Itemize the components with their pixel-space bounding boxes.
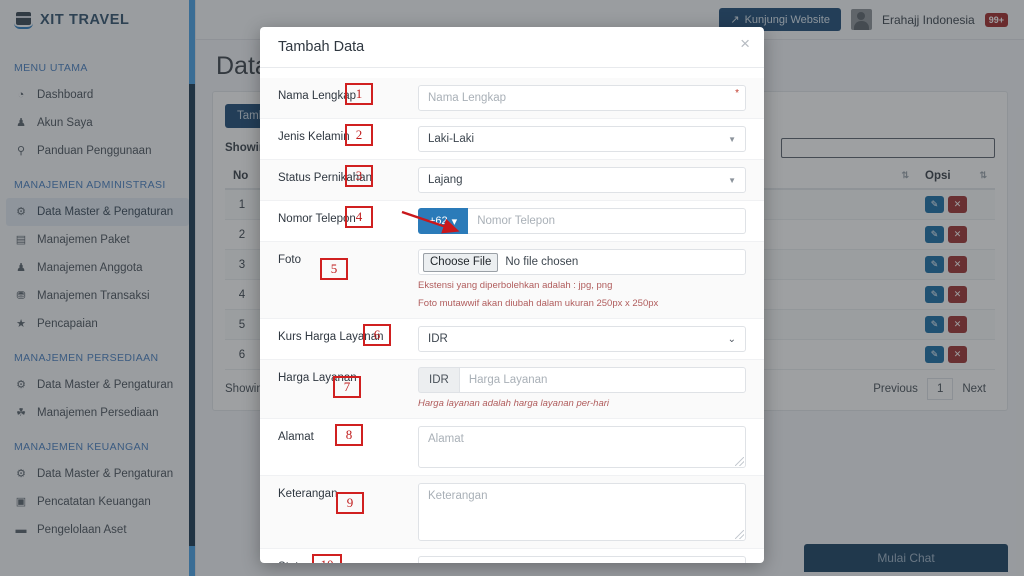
textarea-placeholder: Alamat: [428, 433, 464, 445]
field-label: Status: [278, 556, 418, 563]
field-label: Kurs Harga Layanan: [278, 326, 418, 343]
app-root: XIT TRAVEL MENU UTAMA ◔ Dashboard ♟ Akun Say…: [0, 0, 1024, 576]
textarea-placeholder: Keterangan: [428, 490, 488, 502]
annotation-number-2: 2: [345, 124, 373, 146]
modal-header: Tambah Data ×: [260, 27, 764, 68]
field-label-text: Alamat: [278, 431, 314, 443]
select-value: Laki-Laki: [428, 133, 475, 145]
input-placeholder: Harga Layanan: [468, 374, 548, 386]
field-control: Aktif⌄: [418, 556, 746, 563]
file-hint-extensions: Ekstensi yang diperbolehkan adalah : jpg…: [418, 280, 613, 291]
annotation-number-1: 1: [345, 83, 373, 105]
select-status-pernikahan[interactable]: Lajang ▼: [418, 167, 746, 193]
annotation-number-3: 3: [345, 165, 373, 187]
select-jenis-kelamin[interactable]: Laki-Laki ▼: [418, 126, 746, 152]
choose-file-button[interactable]: Choose File: [423, 252, 499, 272]
chevron-down-icon: ▼: [728, 175, 736, 185]
form-row-nomor-telepon: Nomor Telepon +62 ▾ Nomor Telepon 4: [260, 201, 764, 242]
annotation-number-6: 6: [363, 324, 391, 346]
input-nama-lengkap[interactable]: Nama Lengkap *: [418, 85, 746, 111]
currency-addon: IDR: [418, 367, 459, 393]
select-status[interactable]: Aktif⌄: [418, 556, 746, 563]
textarea-keterangan[interactable]: Keterangan: [418, 483, 746, 541]
form-row-foto: Foto Choose File No file chosen Ekstensi ya…: [260, 242, 764, 319]
field-control: Alamat: [418, 426, 746, 468]
select-kurs-harga-layanan[interactable]: IDR ⌄: [418, 326, 746, 352]
field-control: Choose File No file chosen Ekstensi yang d…: [418, 249, 746, 311]
required-asterisk: *: [735, 88, 739, 99]
form-row-keterangan: Keterangan Keterangan 9: [260, 476, 764, 549]
field-label: Foto: [278, 249, 418, 266]
annotation-number-7: 7: [333, 376, 361, 398]
field-label-text: Jenis Kelamin: [278, 131, 350, 143]
select-value: IDR: [428, 333, 448, 345]
chevron-down-icon: ⌄: [727, 333, 736, 345]
form-row-jenis-kelamin: Jenis Kelamin Laki-Laki ▼ 2: [260, 119, 764, 160]
annotation-number-4: 4: [345, 206, 373, 228]
input-placeholder: Nomor Telepon: [477, 215, 555, 227]
annotation-number-5: 5: [320, 258, 348, 280]
input-nomor-telepon[interactable]: Nomor Telepon: [468, 208, 746, 234]
resize-grip-icon[interactable]: [735, 457, 744, 466]
price-input-group: IDR Harga Layanan: [418, 367, 746, 393]
field-control: Lajang ▼: [418, 167, 746, 193]
field-label-text: Keterangan: [278, 488, 338, 500]
field-control: IDR ⌄: [418, 326, 746, 352]
file-hint-size: Foto mutawwif akan diubah dalam ukuran 2…: [418, 298, 659, 309]
chevron-down-icon: ▼: [728, 134, 736, 144]
field-control: IDR Harga Layanan Harga layanan adalah har…: [418, 367, 746, 411]
form-row-status: Status Aktif⌄ 10: [260, 549, 764, 563]
form-row-status-pernikahan: Status Pernikahan Lajang ▼ 3: [260, 160, 764, 201]
add-data-modal: Tambah Data × Nama Lengkap Nama Lengkap * 1…: [260, 27, 764, 563]
form-row-harga-layanan: Harga Layanan IDR Harga Layanan Harga layan…: [260, 360, 764, 419]
field-label-text: Status: [278, 561, 311, 563]
modal-title: Tambah Data: [278, 39, 365, 55]
form-row-alamat: Alamat Alamat 8: [260, 419, 764, 476]
file-status-text: No file chosen: [505, 256, 579, 268]
form-row-kurs-harga-layanan: Kurs Harga Layanan IDR ⌄ 6: [260, 319, 764, 360]
annotation-number-10: 10: [312, 554, 342, 563]
file-input[interactable]: Choose File No file chosen: [418, 249, 746, 275]
annotation-arrow: [401, 210, 460, 234]
field-control: Laki-Laki ▼: [418, 126, 746, 152]
field-label-text: Foto: [278, 254, 302, 266]
input-harga-layanan[interactable]: Harga Layanan: [458, 367, 746, 393]
field-control: Keterangan: [418, 483, 746, 541]
input-placeholder: Nama Lengkap: [428, 92, 506, 104]
select-value: Lajang: [428, 174, 463, 186]
annotation-number-9: 9: [336, 492, 364, 514]
resize-grip-icon[interactable]: [735, 530, 744, 539]
form-row-nama-lengkap: Nama Lengkap Nama Lengkap * 1: [260, 78, 764, 119]
price-hint: Harga layanan adalah harga layanan per-h…: [418, 398, 610, 409]
modal-body: Nama Lengkap Nama Lengkap * 1 Jenis Kelamin L…: [260, 68, 764, 563]
field-control: Nama Lengkap *: [418, 85, 746, 111]
annotation-number-8: 8: [335, 424, 363, 446]
textarea-alamat[interactable]: Alamat: [418, 426, 746, 468]
close-icon[interactable]: ×: [740, 35, 750, 52]
